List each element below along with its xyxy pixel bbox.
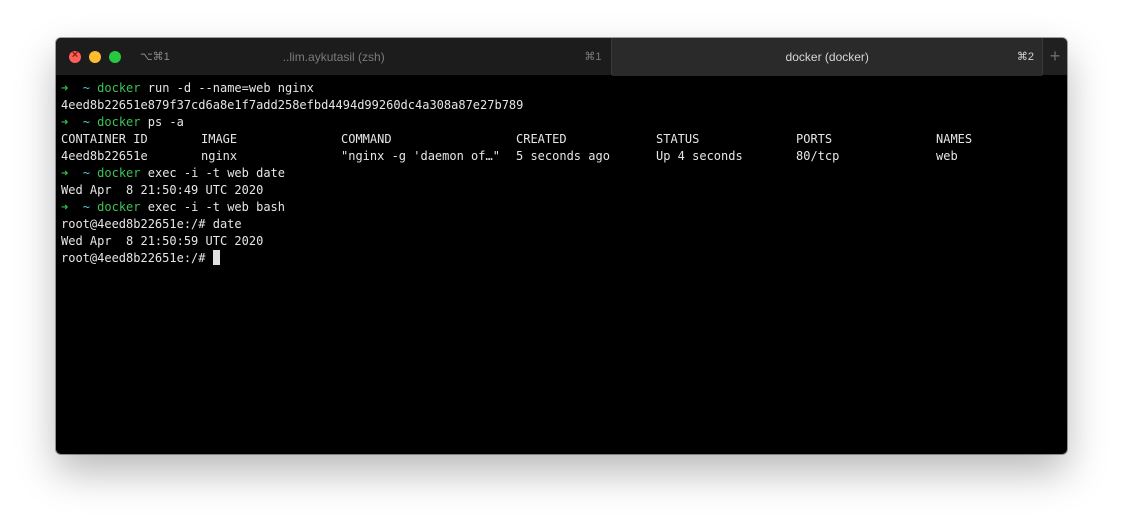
column-header: COMMAND xyxy=(341,132,392,146)
prompt-arrow-icon: ➜ xyxy=(61,115,69,129)
terminal-line: ➜ ~ docker run -d --name=web nginx xyxy=(61,80,1061,97)
tab-shortcut: ⌘1 xyxy=(584,51,602,63)
prompt-directory: ~ xyxy=(82,166,90,180)
command-name: docker xyxy=(97,166,141,180)
command-name: docker xyxy=(97,115,141,129)
tab-title: docker (docker) xyxy=(785,50,869,64)
terminal-line: ➜ ~ docker exec -i -t web bash xyxy=(61,199,1061,216)
table-cell: "nginx -g 'daemon of…" xyxy=(341,149,500,163)
table-cell: web xyxy=(936,149,958,163)
prompt-arrow-icon: ➜ xyxy=(61,166,69,180)
column-header: CREATED xyxy=(516,132,567,146)
column-header: CONTAINER ID xyxy=(61,132,148,146)
tab-zsh[interactable]: ⌥⌘1 ..lim.aykutasil (zsh) ⌘1 xyxy=(56,38,613,75)
shell-prompt: root@4eed8b22651e:/# xyxy=(61,251,213,265)
terminal-line: 4eed8b22651e879f37cd6a8e1f7add258efbd449… xyxy=(61,98,524,112)
text-cursor xyxy=(212,250,220,265)
tab-title: ..lim.aykutasil (zsh) xyxy=(282,50,385,64)
tab-shortcut: ⌘2 xyxy=(1016,51,1035,63)
prompt-directory: ~ xyxy=(82,200,90,214)
column-header: NAMES xyxy=(936,132,973,146)
terminal-line: root@4eed8b22651e:/# xyxy=(61,250,1061,267)
terminal-line: root@4eed8b22651e:/# date xyxy=(61,217,242,231)
table-cell: 80/tcp xyxy=(796,149,840,163)
command-args: exec -i -t web date xyxy=(140,166,286,180)
column-header: PORTS xyxy=(796,132,833,146)
prompt-directory: ~ xyxy=(82,115,90,129)
ps-header-row: CONTAINER ID IMAGE COMMAND CREATED STATU… xyxy=(61,131,1061,148)
terminal-line: Wed Apr 8 21:50:49 UTC 2020 xyxy=(61,183,264,197)
command-name: docker xyxy=(97,81,141,95)
ps-data-row: 4eed8b22651e nginx "nginx -g 'daemon of…… xyxy=(61,148,1061,165)
prompt-arrow-icon: ➜ xyxy=(61,81,69,95)
command-args: run -d --name=web nginx xyxy=(140,81,314,95)
column-header: IMAGE xyxy=(201,132,238,146)
command-args: exec -i -t web bash xyxy=(140,200,286,214)
terminal-line: Wed Apr 8 21:50:59 UTC 2020 xyxy=(61,234,264,248)
table-cell: 5 seconds ago xyxy=(516,149,610,163)
command-name: docker xyxy=(97,200,141,214)
prompt-directory: ~ xyxy=(82,81,90,95)
new-tab-button[interactable]: + xyxy=(1042,38,1067,75)
table-cell: 4eed8b22651e xyxy=(61,149,148,163)
terminal-output[interactable]: ➜ ~ docker run -d --name=web nginx 4eed8… xyxy=(61,80,1061,440)
terminal-window: ⌥⌘1 ..lim.aykutasil (zsh) ⌘1 docker (doc… xyxy=(56,38,1067,454)
terminal-line: ➜ ~ docker exec -i -t web date xyxy=(61,165,1061,182)
column-header: STATUS xyxy=(656,132,700,146)
tab-bar: ⌥⌘1 ..lim.aykutasil (zsh) ⌘1 docker (doc… xyxy=(56,38,1067,76)
table-cell: Up 4 seconds xyxy=(656,149,743,163)
terminal-line: ➜ ~ docker ps -a xyxy=(61,114,1061,131)
table-cell: nginx xyxy=(201,149,238,163)
prompt-arrow-icon: ➜ xyxy=(61,200,69,214)
tab-docker[interactable]: docker (docker) ⌘2 xyxy=(612,38,1043,76)
command-args: ps -a xyxy=(140,115,184,129)
